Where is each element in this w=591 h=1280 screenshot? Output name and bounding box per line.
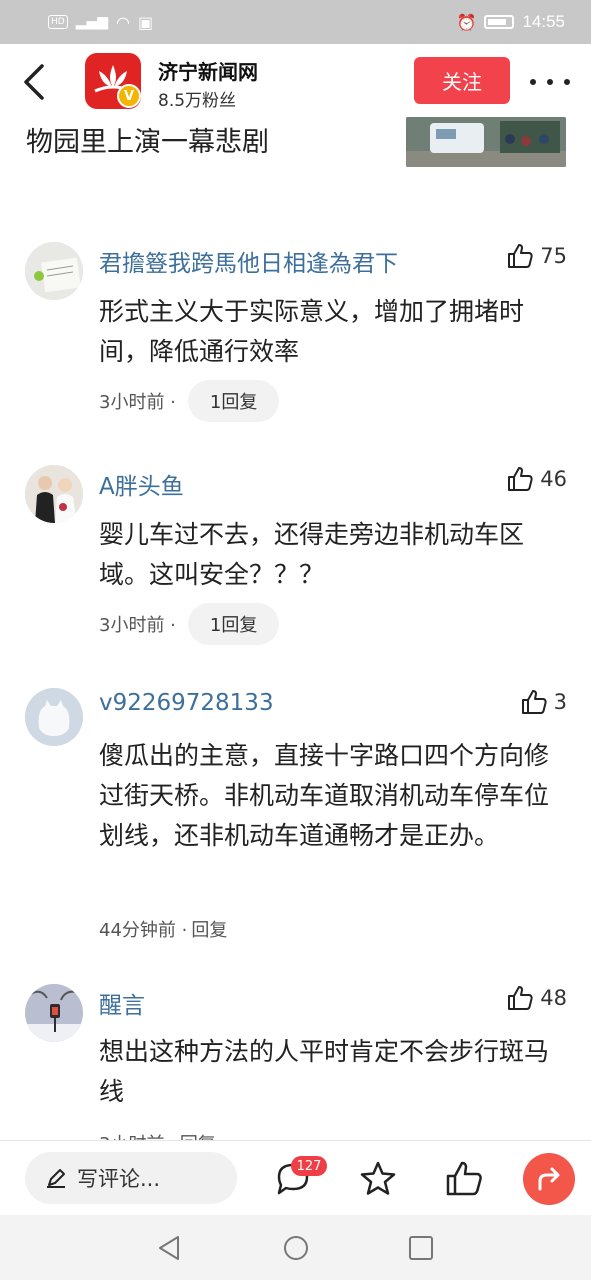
avatar-image xyxy=(25,465,83,523)
battery-icon xyxy=(484,15,515,29)
wifi-icon: ◠ xyxy=(116,12,130,32)
thumbs-up-icon xyxy=(521,690,547,714)
more-dots-icon[interactable] xyxy=(530,74,570,90)
commenter-avatar[interactable] xyxy=(25,984,83,1042)
nav-back-icon[interactable] xyxy=(154,1233,184,1263)
comment-time: 3小时前 · xyxy=(99,615,176,636)
like-count: 48 xyxy=(540,986,567,1010)
article-thumbnail[interactable] xyxy=(406,117,566,167)
like-count: 3 xyxy=(553,690,567,714)
thumbs-up-icon[interactable] xyxy=(444,1159,484,1199)
comment-text: 想出这种方法的人平时肯定不会步行斑马线 xyxy=(99,1037,550,1106)
like-button[interactable]: 3 xyxy=(520,688,567,716)
comment-meta: 3小时前 · 1回复 xyxy=(99,603,280,645)
commenter-name[interactable]: A胖头鱼 xyxy=(99,467,184,501)
like-button[interactable]: 75 xyxy=(506,242,567,270)
commenter-name[interactable]: 君擔簦我跨馬他日相逢為君下 xyxy=(99,244,398,278)
verified-badge: V xyxy=(117,84,141,108)
status-right: ⏰ 14:55 xyxy=(457,12,565,32)
thumbs-up-icon xyxy=(508,467,533,491)
reply-link[interactable]: 回复 xyxy=(191,916,227,942)
status-time: 14:55 xyxy=(522,12,565,31)
publisher-name[interactable]: 济宁新闻网 xyxy=(158,56,258,85)
comment-time: 44分钟前 · xyxy=(99,920,188,941)
default-avatar-icon xyxy=(25,688,83,746)
article-title-fragment[interactable]: 物园里上演一幕悲剧 xyxy=(26,120,269,159)
thumbs-up-icon xyxy=(508,244,533,268)
write-comment-input[interactable]: 写评论... xyxy=(25,1152,237,1204)
comment-time: 3小时前 · xyxy=(99,392,176,413)
commenter-name[interactable]: v92269728133 xyxy=(99,690,274,716)
commenter-name[interactable]: 醒言 xyxy=(99,986,145,1020)
follow-button[interactable]: 关注 xyxy=(414,57,510,104)
commenter-avatar[interactable] xyxy=(25,688,83,746)
system-nav-bar xyxy=(0,1215,591,1280)
thumbnail-image xyxy=(406,117,566,167)
pen-icon xyxy=(47,1169,65,1188)
like-count: 75 xyxy=(540,244,567,268)
status-bar: HD ▂▄▆ ◠ ▣ ⏰ 14:55 xyxy=(0,0,591,44)
status-left: HD ▂▄▆ ◠ ▣ xyxy=(48,13,153,32)
avatar-image xyxy=(25,984,83,1042)
comment-text: 形式主义大于实际意义，增加了拥堵时间，降低通行效率 xyxy=(99,297,525,366)
like-count: 46 xyxy=(540,467,567,491)
avatar-image xyxy=(25,242,83,300)
like-button[interactable]: 46 xyxy=(506,465,567,493)
thumbs-up-icon xyxy=(508,986,533,1010)
article-header: V 济宁新闻网 8.5万粉丝 关注 xyxy=(0,44,591,122)
comment-meta: 44分钟前 · 回复 xyxy=(99,916,227,942)
comment-text: 傻瓜出的主意，直接十字路口四个方向修过街天桥。非机动车道取消机动车停车位划线，还… xyxy=(99,741,550,850)
reply-count-button[interactable]: 1回复 xyxy=(187,380,280,422)
nav-recents-icon[interactable] xyxy=(406,1233,436,1263)
commenter-avatar[interactable] xyxy=(25,465,83,523)
alarm-icon: ⏰ xyxy=(456,12,477,32)
like-button[interactable]: 48 xyxy=(506,984,567,1012)
write-comment-placeholder: 写评论... xyxy=(77,1167,161,1191)
briefcase-icon: ▣ xyxy=(137,12,154,32)
fans-count: 8.5万粉丝 xyxy=(158,91,237,111)
commenter-avatar[interactable] xyxy=(25,242,83,300)
signal-icon: ▂▄▆ xyxy=(75,14,109,30)
reply-count-button[interactable]: 1回复 xyxy=(187,603,280,645)
share-arrow-icon xyxy=(538,1167,560,1191)
share-button[interactable] xyxy=(523,1153,575,1205)
comment-meta: 3小时前 · 1回复 xyxy=(99,380,280,422)
star-icon[interactable] xyxy=(358,1159,398,1199)
hd-indicator: HD xyxy=(48,15,68,29)
comment-count-badge: 127 xyxy=(291,1156,327,1176)
nav-home-icon[interactable] xyxy=(281,1233,311,1263)
back-chevron-icon[interactable] xyxy=(20,62,50,102)
comment-text: 婴儿车过不去，还得走旁边非机动车区域。这叫安全？？？ xyxy=(99,520,525,589)
bottom-action-bar: 写评论... 127 xyxy=(0,1140,591,1215)
